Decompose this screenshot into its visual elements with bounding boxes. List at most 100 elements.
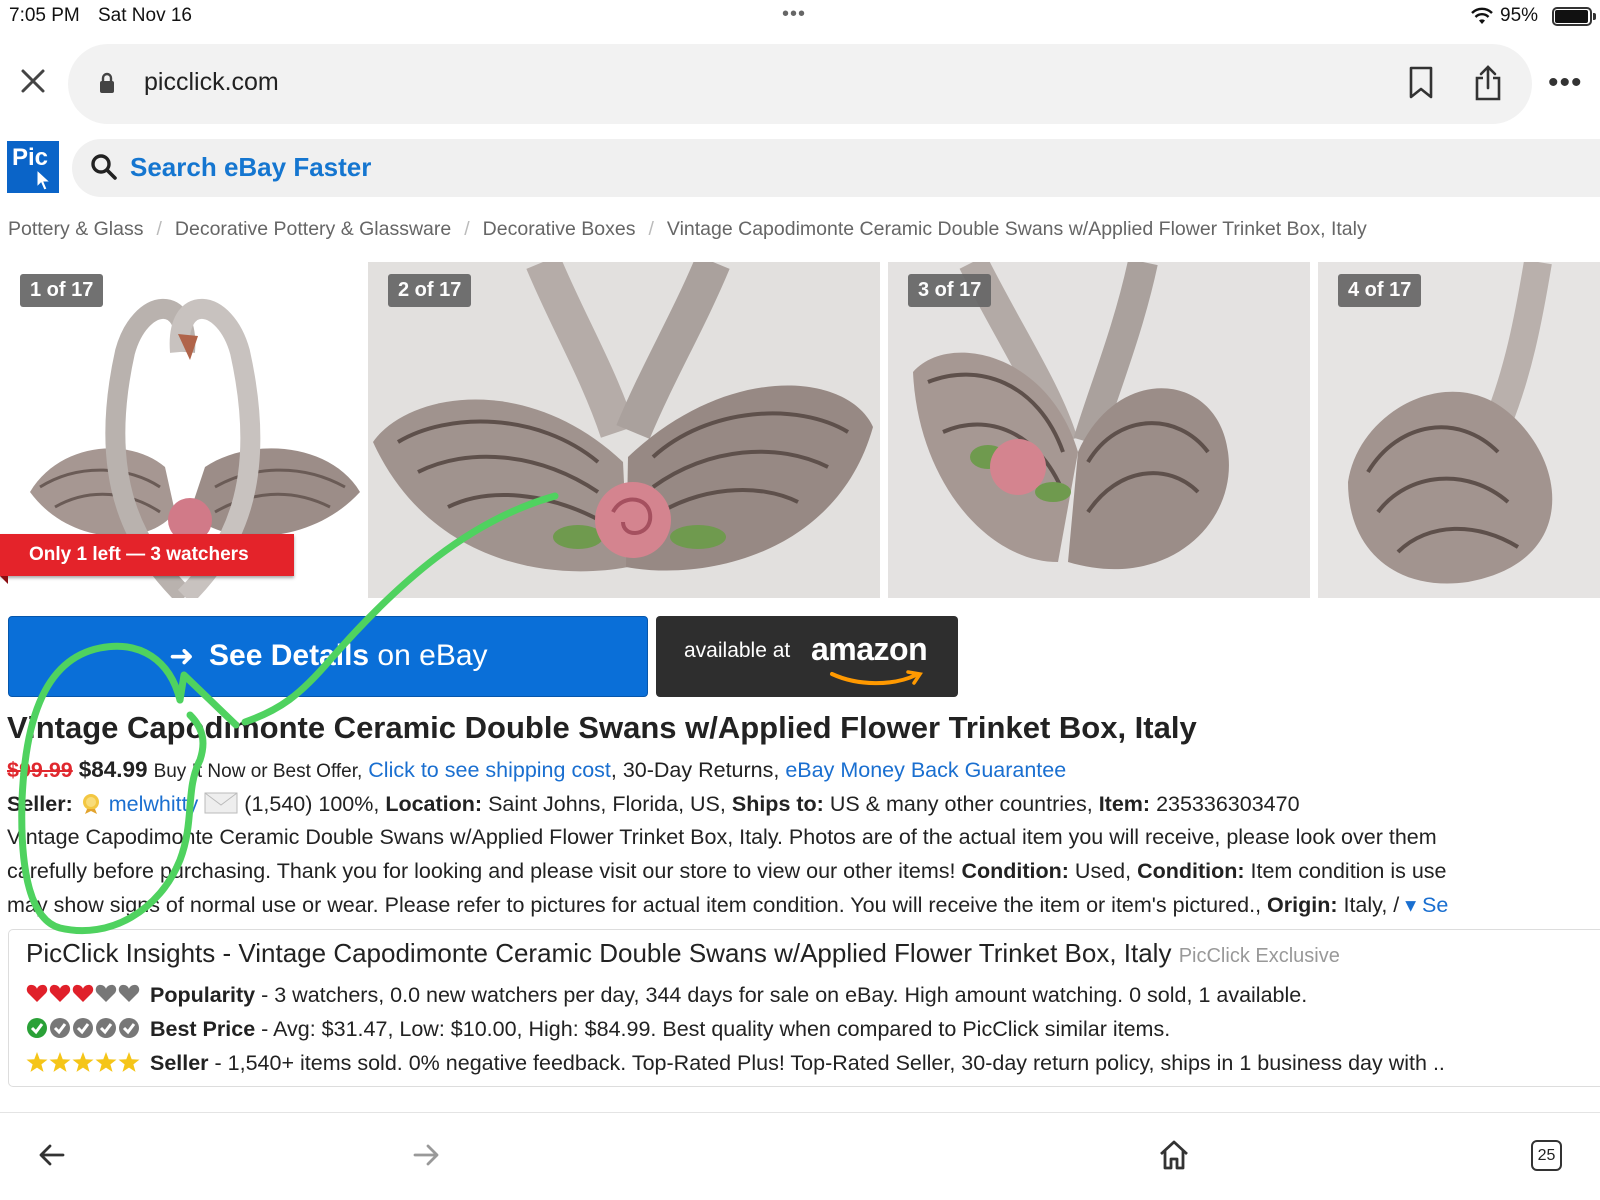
picclick-logo[interactable]: Pic <box>7 141 59 193</box>
popularity-text: - 3 watchers, 0.0 new watchers per day, … <box>255 983 1308 1007</box>
star-rating-mark <box>72 1052 94 1072</box>
mail-icon[interactable] <box>204 792 238 814</box>
popularity-row: Popularity - 3 watchers, 0.0 new watcher… <box>26 983 1307 1011</box>
status-date: Sat Nov 16 <box>98 5 192 26</box>
seller-stats: (1,540) 100%, <box>244 792 380 816</box>
checks-rating-icon <box>26 1017 144 1045</box>
seller-star-badge-icon <box>82 794 99 814</box>
check-rating-mark <box>50 1018 70 1038</box>
search-icon <box>90 153 118 186</box>
insights-title: PicClick Insights - Vintage Capodimonte … <box>26 938 1340 969</box>
ships-value: US & many other countries, <box>829 792 1093 816</box>
location-label: Location: <box>385 792 483 816</box>
condition-label: Condition: <box>961 859 1069 883</box>
insights-title-text: PicClick Insights - Vintage Capodimonte … <box>26 938 1172 968</box>
share-icon[interactable] <box>1474 64 1502 107</box>
seller-rating-label: Seller <box>149 1051 209 1075</box>
url-text: picclick.com <box>144 68 279 96</box>
bottom-toolbar: 25 <box>0 1112 1600 1200</box>
search-bar[interactable]: Search eBay Faster <box>72 139 1600 197</box>
see-more-link[interactable]: ▾ Se <box>1405 893 1448 917</box>
arrow-right-icon: ➜ <box>169 640 195 673</box>
money-back-link[interactable]: eBay Money Back Guarantee <box>785 758 1066 782</box>
breadcrumb-item[interactable]: Decorative Boxes <box>483 218 636 240</box>
photo-counter-badge: 4 of 17 <box>1338 274 1422 307</box>
multitasking-dots[interactable]: ••• <box>782 3 806 26</box>
bookmark-icon[interactable] <box>1408 66 1434 105</box>
best-price-row: Best Price - Avg: $31.47, Low: $10.00, H… <box>26 1017 1170 1045</box>
photo-counter-badge: 1 of 17 <box>20 274 104 307</box>
origin-label: Origin: <box>1267 893 1338 917</box>
exclusive-label: PicClick Exclusive <box>1178 945 1340 967</box>
breadcrumb: Pottery & Glass / Decorative Pottery & Gla… <box>8 218 1367 240</box>
condition-value: Used, <box>1068 859 1138 883</box>
product-photo[interactable]: 2 of 17 <box>368 262 880 598</box>
wifi-icon <box>1470 6 1494 32</box>
product-photo[interactable]: 3 of 17 <box>888 262 1310 598</box>
seller-rating-text: - 1,540+ items sold. 0% negative feedbac… <box>208 1051 1445 1075</box>
current-price: $84.99 <box>78 757 148 782</box>
picclick-insights-panel: PicClick Insights - Vintage Capodimonte … <box>8 929 1600 1087</box>
popularity-label: Popularity <box>149 983 256 1007</box>
more-options-icon[interactable]: ••• <box>1548 68 1583 98</box>
home-icon[interactable] <box>1158 1139 1190 1176</box>
star-rating-mark <box>118 1052 140 1072</box>
hearts-rating-icon <box>26 983 144 1011</box>
item-label: Item: <box>1098 792 1151 816</box>
ebay-button-bold: See Details <box>209 639 370 672</box>
seller-rating-row: Seller - 1,540+ items sold. 0% negative … <box>26 1051 1445 1079</box>
product-photo[interactable]: 4 of 17 <box>1318 262 1600 598</box>
buy-options: Buy It Now or Best Offer, <box>153 761 363 782</box>
stock-ribbon: Only 1 left — 3 watchers <box>0 534 294 576</box>
shipping-cost-link[interactable]: Click to see shipping cost <box>368 758 611 782</box>
status-bar: 7:05 PM Sat Nov 16 ••• 95% <box>0 0 1600 34</box>
breadcrumb-item[interactable]: Decorative Pottery & Glassware <box>175 218 451 240</box>
amazon-logo-text: amazon <box>811 631 928 667</box>
description-text: may show signs of normal use or wear. Pl… <box>7 893 1268 917</box>
ebay-button-rest: on eBay <box>369 639 488 672</box>
amazon-button[interactable]: available at amazon <box>656 616 958 697</box>
stars-rating-icon <box>26 1051 144 1079</box>
photo-counter-badge: 2 of 17 <box>388 274 472 307</box>
heart-rating-mark <box>26 984 48 1002</box>
see-details-ebay-button[interactable]: ➜ See Details on eBay <box>8 616 648 697</box>
check-rating-mark <box>73 1018 93 1038</box>
condition-value: Item condition is use <box>1244 859 1447 883</box>
seller-name-link[interactable]: melwhitty <box>109 792 199 816</box>
description-line: may show signs of normal use or wear. Pl… <box>7 893 1448 918</box>
chevron-down-icon: ▾ <box>1405 893 1417 917</box>
item-number: 235336303470 <box>1156 792 1300 816</box>
check-rating-mark <box>119 1018 139 1038</box>
condition-label: Condition: <box>1137 859 1245 883</box>
amazon-smile-icon <box>830 670 923 686</box>
check-rating-mark <box>27 1018 47 1038</box>
photo-counter-badge: 3 of 17 <box>908 274 992 307</box>
check-rating-mark <box>96 1018 116 1038</box>
amazon-pre-label: available at <box>684 639 791 662</box>
heart-rating-mark <box>49 984 71 1002</box>
ships-label: Ships to: <box>731 792 824 816</box>
heart-rating-mark <box>72 984 94 1002</box>
star-rating-mark <box>26 1052 48 1072</box>
heart-rating-mark <box>118 984 140 1002</box>
star-rating-mark <box>95 1052 117 1072</box>
address-bar[interactable]: picclick.com <box>68 44 1532 124</box>
origin-value: Italy, / <box>1337 893 1400 917</box>
seller-label: Seller: <box>7 792 73 816</box>
back-arrow-icon[interactable] <box>38 1141 66 1174</box>
best-price-label: Best Price <box>149 1017 256 1041</box>
cursor-icon <box>36 169 52 191</box>
price-line: $99.99 $84.99 Buy It Now or Best Offer, … <box>7 757 1066 783</box>
see-more-label: Se <box>1422 893 1449 917</box>
description-line: Vintage Capodimonte Ceramic Double Swans… <box>7 825 1437 849</box>
battery-icon <box>1552 7 1596 26</box>
close-icon[interactable] <box>18 66 48 96</box>
ribbon-tail <box>0 576 8 584</box>
listing-title[interactable]: Vintage Capodimonte Ceramic Double Swans… <box>7 710 1197 746</box>
seller-line: Seller: melwhitty (1,540) 100%, Location… <box>7 791 1300 817</box>
battery-percent: 95% <box>1500 5 1539 26</box>
tabs-count-button[interactable]: 25 <box>1531 1140 1562 1171</box>
forward-arrow-icon[interactable] <box>412 1141 440 1174</box>
star-rating-mark <box>49 1052 71 1072</box>
breadcrumb-item[interactable]: Pottery & Glass <box>8 218 143 240</box>
